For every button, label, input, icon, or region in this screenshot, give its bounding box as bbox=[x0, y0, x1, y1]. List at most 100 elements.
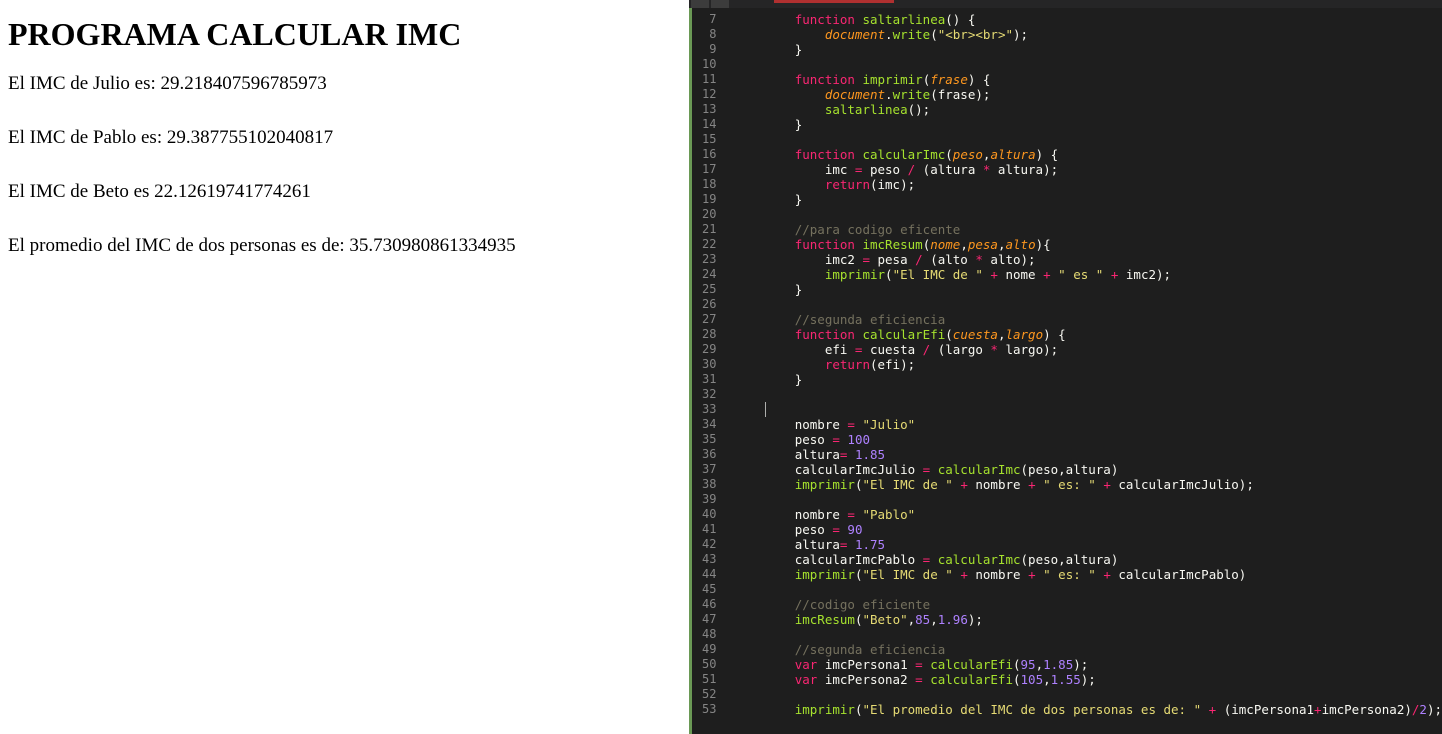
line-number: 53 bbox=[702, 702, 716, 717]
code-line[interactable]: //para codigo eficente bbox=[735, 222, 1442, 237]
code-line[interactable] bbox=[735, 582, 1442, 597]
line-number: 37 bbox=[702, 462, 716, 477]
line-number: 16 bbox=[702, 147, 716, 162]
code-line[interactable]: imc = peso / (altura * altura); bbox=[735, 162, 1442, 177]
editor-body[interactable]: 7891011121314151617181920212223242526272… bbox=[689, 8, 1442, 734]
line-number: 8 bbox=[702, 27, 716, 42]
code-line[interactable]: return(efi); bbox=[735, 357, 1442, 372]
line-number: 29 bbox=[702, 342, 716, 357]
code-line[interactable]: document.write("<br><br>"); bbox=[735, 27, 1442, 42]
line-number: 47 bbox=[702, 612, 716, 627]
line-number: 19 bbox=[702, 192, 716, 207]
line-number: 9 bbox=[702, 42, 716, 57]
code-line[interactable]: //segunda eficiencia bbox=[735, 312, 1442, 327]
line-number: 38 bbox=[702, 477, 716, 492]
line-number: 45 bbox=[702, 582, 716, 597]
code-line[interactable]: peso = 90 bbox=[735, 522, 1442, 537]
output-line: El promedio del IMC de dos personas es d… bbox=[8, 235, 681, 257]
line-number: 31 bbox=[702, 372, 716, 387]
code-line[interactable]: calcularImcPablo = calcularImc(peso,altu… bbox=[735, 552, 1442, 567]
line-number: 46 bbox=[702, 597, 716, 612]
line-number: 50 bbox=[702, 657, 716, 672]
line-number: 43 bbox=[702, 552, 716, 567]
code-line[interactable] bbox=[735, 687, 1442, 702]
code-line[interactable]: altura= 1.85 bbox=[735, 447, 1442, 462]
code-line[interactable]: altura= 1.75 bbox=[735, 537, 1442, 552]
code-area[interactable]: function saltarlinea() { document.write(… bbox=[731, 8, 1442, 734]
code-line[interactable]: var imcPersona2 = calcularEfi(105,1.55); bbox=[735, 672, 1442, 687]
code-line[interactable]: } bbox=[735, 192, 1442, 207]
code-line[interactable]: } bbox=[735, 42, 1442, 57]
output-line: El IMC de Pablo es: 29.387755102040817 bbox=[8, 127, 681, 149]
line-number: 39 bbox=[702, 492, 716, 507]
code-line[interactable] bbox=[735, 627, 1442, 642]
line-number-gutter: 7891011121314151617181920212223242526272… bbox=[692, 8, 730, 734]
output-line: El IMC de Julio es: 29.218407596785973 bbox=[8, 73, 681, 95]
code-line[interactable]: imprimir("El IMC de " + nombre + " es: "… bbox=[735, 567, 1442, 582]
output-line: El IMC de Beto es 22.12619741774261 bbox=[8, 181, 681, 203]
code-line[interactable]: } bbox=[735, 117, 1442, 132]
line-number: 21 bbox=[702, 222, 716, 237]
line-number: 26 bbox=[702, 297, 716, 312]
code-line[interactable]: efi = cuesta / (largo * largo); bbox=[735, 342, 1442, 357]
editor-tab-stub[interactable] bbox=[711, 0, 729, 8]
code-line[interactable] bbox=[735, 402, 1442, 417]
code-line[interactable]: imc2 = pesa / (alto * alto); bbox=[735, 252, 1442, 267]
code-line[interactable]: } bbox=[735, 372, 1442, 387]
line-number: 12 bbox=[702, 87, 716, 102]
line-number: 15 bbox=[702, 132, 716, 147]
code-line[interactable]: saltarlinea(); bbox=[735, 102, 1442, 117]
line-number: 44 bbox=[702, 567, 716, 582]
code-line[interactable]: //segunda eficiencia bbox=[735, 642, 1442, 657]
line-number: 13 bbox=[702, 102, 716, 117]
code-editor-pane[interactable]: 7891011121314151617181920212223242526272… bbox=[689, 0, 1442, 734]
code-line[interactable]: function imprimir(frase) { bbox=[735, 72, 1442, 87]
code-line[interactable]: function saltarlinea() { bbox=[735, 12, 1442, 27]
line-number: 27 bbox=[702, 312, 716, 327]
code-line[interactable]: return(imc); bbox=[735, 177, 1442, 192]
code-line[interactable]: peso = 100 bbox=[735, 432, 1442, 447]
line-number: 36 bbox=[702, 447, 716, 462]
code-line[interactable] bbox=[735, 207, 1442, 222]
line-number: 23 bbox=[702, 252, 716, 267]
line-number: 49 bbox=[702, 642, 716, 657]
code-line[interactable] bbox=[735, 57, 1442, 72]
page-title: PROGRAMA CALCULAR IMC bbox=[8, 16, 681, 53]
code-line[interactable] bbox=[735, 297, 1442, 312]
code-line[interactable]: imprimir("El IMC de " + nombre + " es: "… bbox=[735, 477, 1442, 492]
code-line[interactable]: imprimir("El promedio del IMC de dos per… bbox=[735, 702, 1442, 717]
line-number: 22 bbox=[702, 237, 716, 252]
line-number: 32 bbox=[702, 387, 716, 402]
code-line[interactable]: var imcPersona1 = calcularEfi(95,1.85); bbox=[735, 657, 1442, 672]
code-line[interactable]: } bbox=[735, 282, 1442, 297]
line-number: 24 bbox=[702, 267, 716, 282]
code-line[interactable]: imcResum("Beto",85,1.96); bbox=[735, 612, 1442, 627]
editor-tab-stub[interactable] bbox=[691, 0, 709, 8]
modified-indicator bbox=[774, 0, 894, 3]
code-line[interactable] bbox=[735, 132, 1442, 147]
line-number: 34 bbox=[702, 417, 716, 432]
line-number: 51 bbox=[702, 672, 716, 687]
line-number: 30 bbox=[702, 357, 716, 372]
line-number: 20 bbox=[702, 207, 716, 222]
code-line[interactable]: function calcularImc(peso,altura) { bbox=[735, 147, 1442, 162]
line-number: 42 bbox=[702, 537, 716, 552]
code-line[interactable]: calcularImcJulio = calcularImc(peso,altu… bbox=[735, 462, 1442, 477]
line-number: 52 bbox=[702, 687, 716, 702]
code-line[interactable] bbox=[735, 492, 1442, 507]
line-number: 25 bbox=[702, 282, 716, 297]
text-cursor bbox=[765, 402, 766, 417]
code-line[interactable] bbox=[735, 387, 1442, 402]
code-line[interactable]: function calcularEfi(cuesta,largo) { bbox=[735, 327, 1442, 342]
code-line[interactable]: nombre = "Pablo" bbox=[735, 507, 1442, 522]
line-number: 14 bbox=[702, 117, 716, 132]
code-line[interactable]: imprimir("El IMC de " + nome + " es " + … bbox=[735, 267, 1442, 282]
code-line[interactable]: document.write(frase); bbox=[735, 87, 1442, 102]
line-number: 10 bbox=[702, 57, 716, 72]
code-line[interactable]: nombre = "Julio" bbox=[735, 417, 1442, 432]
code-line[interactable]: function imcResum(nome,pesa,alto){ bbox=[735, 237, 1442, 252]
code-line[interactable]: //codigo eficiente bbox=[735, 597, 1442, 612]
line-number: 7 bbox=[702, 12, 716, 27]
line-number: 35 bbox=[702, 432, 716, 447]
browser-output-pane: PROGRAMA CALCULAR IMC El IMC de Julio es… bbox=[0, 0, 689, 734]
